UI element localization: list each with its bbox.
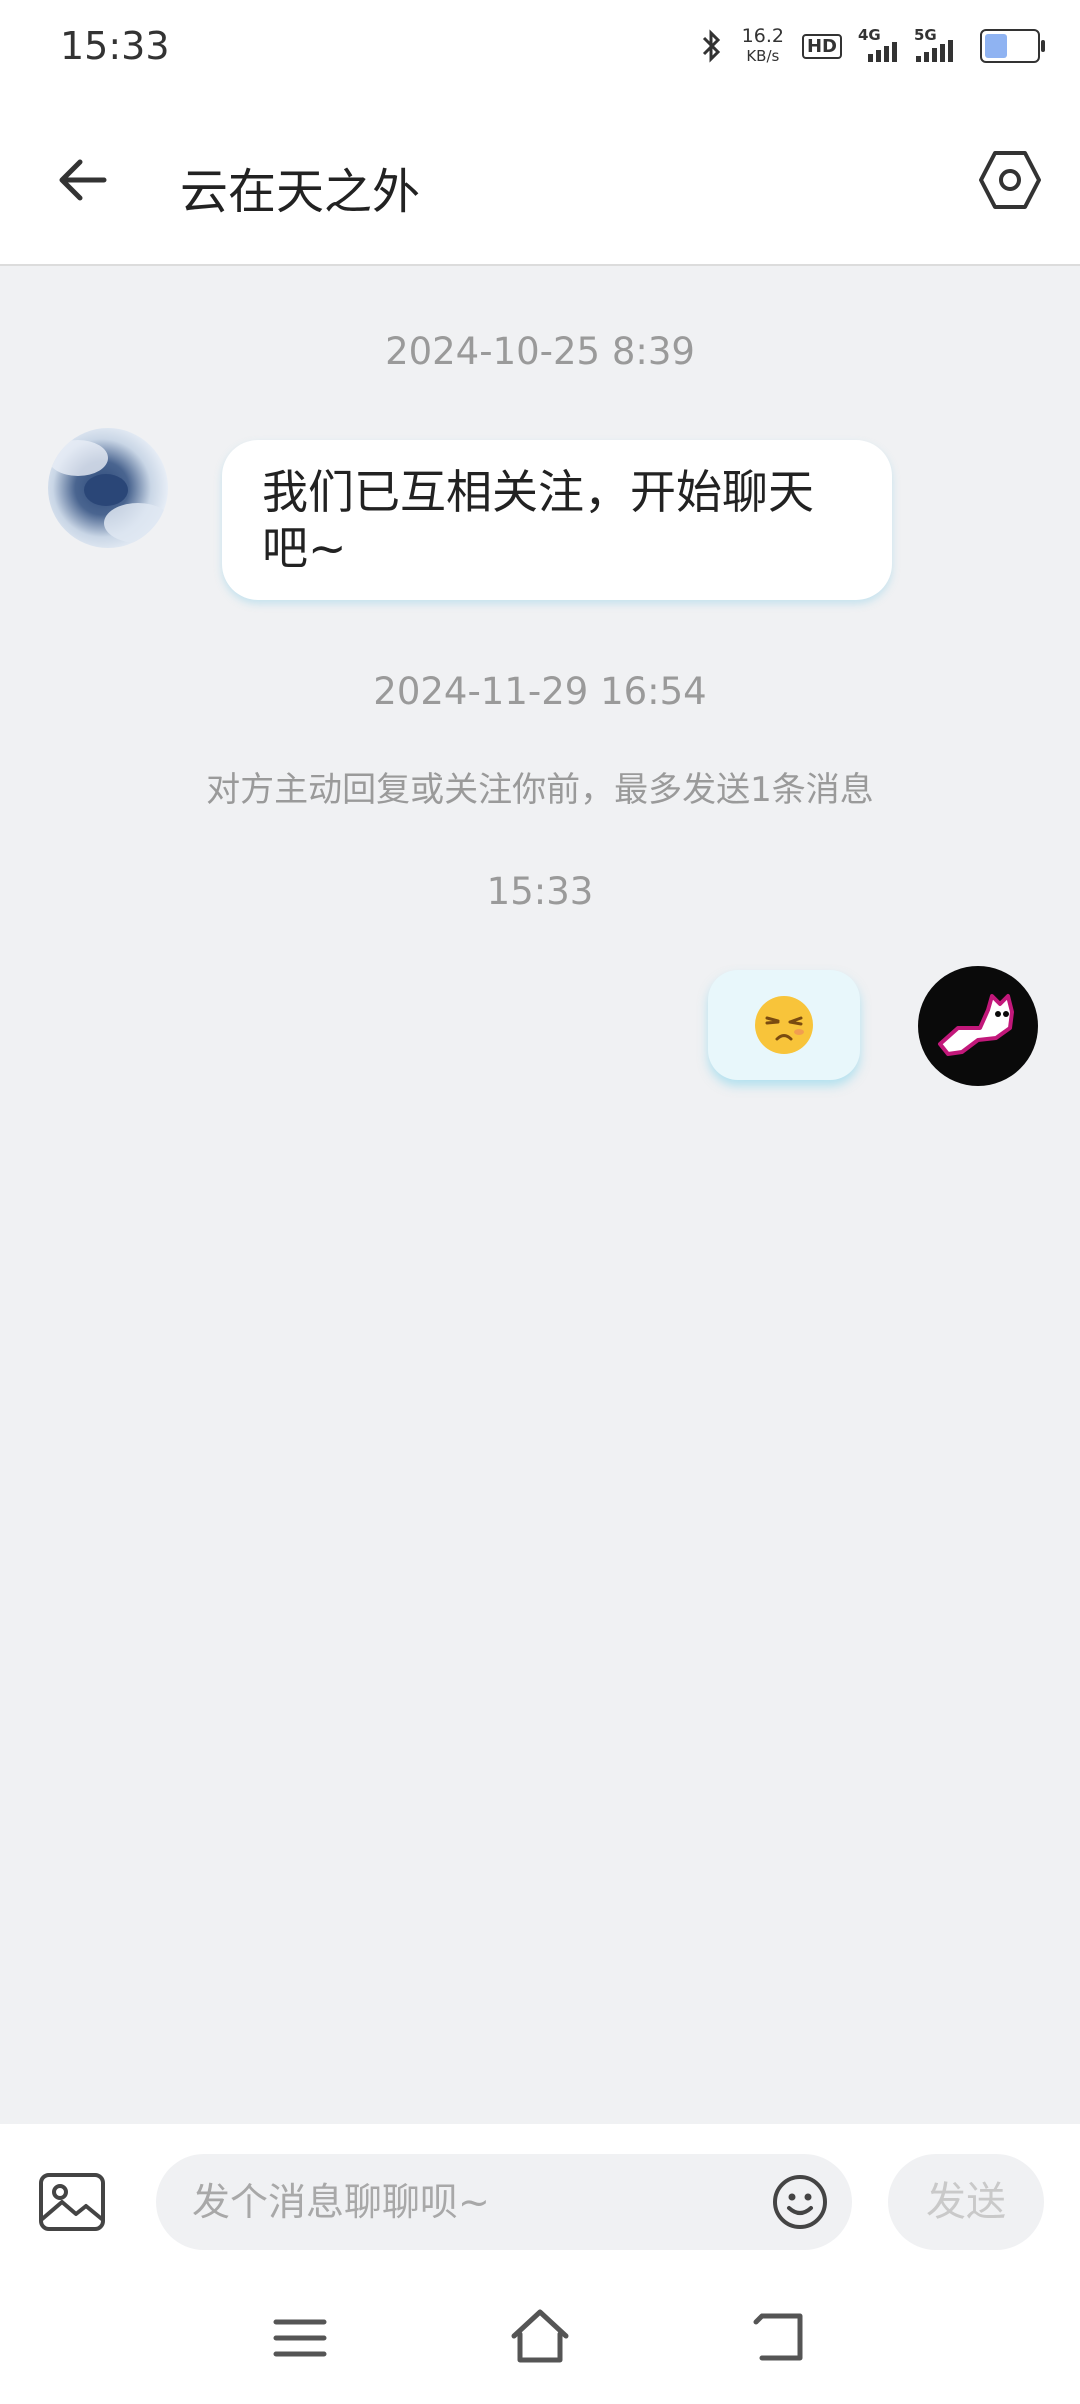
chat-timestamp: 2024-11-29 16:54 — [373, 670, 707, 713]
sky-cloud-avatar-image — [48, 440, 168, 543]
chat-title: 云在天之外 — [180, 164, 421, 220]
received-message-text: 我们已互相关注，开始聊天吧~ — [262, 465, 814, 575]
contact-avatar[interactable] — [48, 428, 168, 548]
signal-5g-label: 5G — [914, 26, 937, 44]
battery-level — [985, 34, 1007, 58]
network-speed: 16.2 KB/s — [742, 26, 784, 66]
chat-timestamp: 2024-10-25 8:39 — [385, 330, 695, 373]
menu-icon[interactable] — [272, 2316, 328, 2360]
network-speed-value: 16.2 — [741, 25, 784, 47]
message-input-placeholder: 发个消息聊聊呗~ — [192, 2180, 490, 2224]
send-button[interactable]: 发送 — [888, 2154, 1044, 2250]
my-avatar[interactable] — [918, 966, 1038, 1086]
bluetooth-icon — [702, 29, 720, 63]
status-icons: 16.2 KB/s HD 4G 5G — [698, 26, 1045, 66]
message-input[interactable]: 发个消息聊聊呗~ — [156, 2154, 852, 2250]
battery-icon — [980, 29, 1045, 63]
image-icon[interactable] — [38, 2172, 106, 2232]
emoji-icon[interactable] — [772, 2174, 828, 2230]
home-icon[interactable] — [508, 2306, 572, 2366]
status-time: 15:33 — [60, 24, 170, 68]
back-arrow-icon[interactable] — [52, 150, 112, 210]
annoyed-face-emoji — [755, 996, 813, 1054]
sent-message-bubble[interactable] — [708, 970, 860, 1080]
status-bar: 15:33 16.2 KB/s HD 4G 5G — [0, 0, 1080, 96]
hd-icon: HD — [801, 33, 842, 59]
back-icon[interactable] — [752, 2310, 808, 2364]
ghost-cat-avatar-image — [938, 994, 1014, 1056]
settings-hex-icon[interactable] — [978, 148, 1042, 212]
chat-notice: 对方主动回复或关注你前，最多发送1条消息 — [206, 770, 874, 810]
signal-4g-icon: 4G — [858, 26, 898, 62]
chat-timestamp: 15:33 — [486, 870, 594, 913]
received-message-bubble[interactable]: 我们已互相关注，开始聊天吧~ — [222, 440, 892, 600]
signal-5g-icon: 5G — [914, 26, 962, 62]
network-speed-unit: KB/s — [746, 47, 780, 65]
signal-4g-label: 4G — [858, 26, 881, 44]
message-input-bar: 发个消息聊聊呗~ 发送 — [0, 2124, 1080, 2276]
system-nav-bar — [0, 2276, 1080, 2404]
chat-header: 云在天之外 — [0, 96, 1080, 266]
